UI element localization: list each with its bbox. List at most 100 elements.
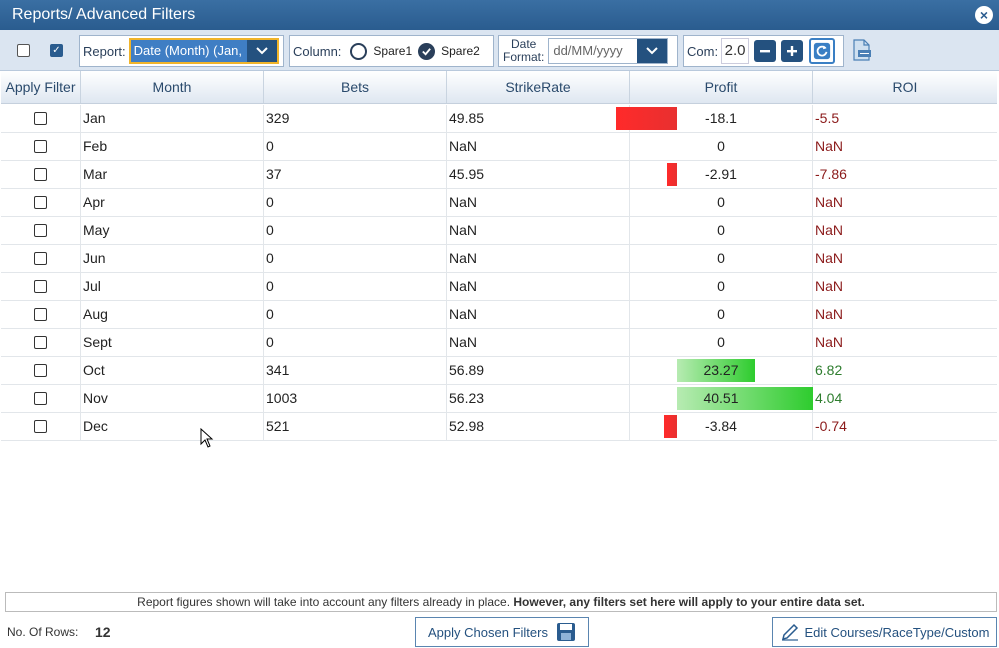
strikerate-cell: 56.23 — [447, 385, 630, 412]
table-row[interactable]: Oct 341 56.89 23.27 6.82 — [1, 357, 997, 385]
filter-note: Report figures shown will take into acco… — [5, 592, 997, 612]
spare2-label: Spare2 — [441, 44, 480, 58]
apply-filter-checkbox[interactable] — [34, 168, 47, 181]
roi-cell: NaN — [815, 306, 844, 322]
export-csv-icon[interactable] — [852, 39, 872, 61]
month-cell: Mar — [81, 161, 264, 188]
table-row[interactable]: Nov 1003 56.23 40.51 4.04 — [1, 385, 997, 413]
spare2-radio[interactable] — [418, 42, 436, 60]
table-row[interactable]: May 0 NaN 0 NaN — [1, 217, 997, 245]
column-header-bets[interactable]: Bets — [264, 71, 447, 103]
chevron-down-icon[interactable] — [246, 40, 277, 62]
roi-cell: 6.82 — [815, 362, 843, 378]
roi-cell: NaN — [815, 222, 844, 238]
table-row[interactable]: Sept 0 NaN 0 NaN — [1, 329, 997, 357]
roi-cell: -7.86 — [815, 166, 847, 182]
profit-cell: 0 — [630, 273, 813, 300]
grid-header: Apply Filter Month Bets StrikeRate Profi… — [1, 71, 997, 104]
apply-filter-cell — [1, 357, 81, 384]
column-header-apply-filter[interactable]: Apply Filter — [1, 71, 81, 103]
roi-cell: NaN — [815, 138, 844, 154]
column-label: Column: — [293, 43, 342, 59]
roi-cell: NaN — [815, 250, 844, 266]
apply-filter-cell — [1, 245, 81, 272]
apply-filter-checkbox[interactable] — [34, 252, 47, 265]
column-header-profit[interactable]: Profit — [630, 71, 813, 103]
apply-filter-checkbox[interactable] — [34, 420, 47, 433]
apply-filter-cell — [1, 133, 81, 160]
apply-filter-checkbox[interactable] — [34, 140, 47, 153]
strikerate-cell: NaN — [447, 189, 630, 216]
profit-cell: -3.84 — [630, 413, 813, 440]
date-format-select[interactable]: dd/MM/yyyy — [548, 38, 669, 64]
table-row[interactable]: Aug 0 NaN 0 NaN — [1, 301, 997, 329]
table-row[interactable]: Apr 0 NaN 0 NaN — [1, 189, 997, 217]
apply-filter-checkbox[interactable] — [34, 336, 47, 349]
strikerate-cell: 52.98 — [447, 413, 630, 440]
profit-cell: 0 — [630, 329, 813, 356]
profit-cell: 0 — [630, 245, 813, 272]
bets-cell: 0 — [264, 245, 447, 272]
strikerate-cell: NaN — [447, 329, 630, 356]
edit-courses-button[interactable]: Edit Courses/RaceType/Custom — [772, 617, 997, 647]
bets-cell: 0 — [264, 217, 447, 244]
profit-value: -2.91 — [705, 166, 737, 182]
refresh-icon[interactable] — [809, 38, 836, 64]
bets-cell: 0 — [264, 329, 447, 356]
grid-body: Jan 329 49.85 -18.1 -5.5 Feb 0 NaN 0 NaN Mar 37 45.9… — [1, 105, 997, 441]
bets-cell: 0 — [264, 273, 447, 300]
profit-bar-positive — [677, 387, 813, 410]
report-select[interactable]: Date (Month) (Jan, — [128, 38, 279, 64]
table-row[interactable]: Jul 0 NaN 0 NaN — [1, 273, 997, 301]
date-format-value: dd/MM/yyyy — [553, 43, 623, 58]
table-row[interactable]: Mar 37 45.95 -2.91 -7.86 — [1, 161, 997, 189]
title-bar: Reports/ Advanced Filters × — [0, 0, 999, 30]
footer: No. Of Rows: 12 Apply Chosen Filters Edi… — [0, 616, 999, 648]
month-cell: Feb — [81, 133, 264, 160]
roi-cell: -5.5 — [815, 110, 840, 126]
column-header-month[interactable]: Month — [81, 71, 264, 103]
minus-icon[interactable] — [754, 40, 777, 62]
apply-filter-checkbox[interactable] — [34, 308, 47, 321]
chevron-down-icon[interactable] — [637, 39, 668, 63]
column-header-roi[interactable]: ROI — [813, 71, 997, 103]
profit-value: 0 — [717, 278, 725, 294]
select-all-checkbox[interactable]: ✓ — [50, 44, 63, 57]
profit-value: 40.51 — [703, 390, 739, 406]
bets-cell: 329 — [264, 105, 447, 132]
close-icon[interactable]: × — [975, 6, 993, 24]
apply-filter-checkbox[interactable] — [34, 112, 47, 125]
bets-cell: 1003 — [264, 385, 447, 412]
report-label: Report: — [83, 43, 126, 59]
table-row[interactable]: Jan 329 49.85 -18.1 -5.5 — [1, 105, 997, 133]
plus-icon[interactable] — [781, 40, 804, 62]
table-row[interactable]: Feb 0 NaN 0 NaN — [1, 133, 997, 161]
month-cell: Dec — [81, 413, 264, 440]
profit-cell: 0 — [630, 217, 813, 244]
apply-filter-checkbox[interactable] — [34, 196, 47, 209]
apply-filter-cell — [1, 189, 81, 216]
column-header-strikerate[interactable]: StrikeRate — [447, 71, 630, 103]
profit-value: 0 — [717, 222, 725, 238]
profit-value: -3.84 — [705, 418, 737, 434]
strikerate-cell: NaN — [447, 217, 630, 244]
month-cell: Aug — [81, 301, 264, 328]
apply-filter-checkbox[interactable] — [34, 280, 47, 293]
apply-filter-checkbox[interactable] — [34, 364, 47, 377]
profit-cell: 0 — [630, 301, 813, 328]
table-row[interactable]: Jun 0 NaN 0 NaN — [1, 245, 997, 273]
apply-filter-checkbox[interactable] — [34, 392, 47, 405]
profit-value: 0 — [717, 138, 725, 154]
column-group: Column: Spare1 Spare2 — [289, 35, 494, 67]
table-row[interactable]: Dec 521 52.98 -3.84 -0.74 — [1, 413, 997, 441]
com-input[interactable]: 2.0 — [721, 38, 750, 64]
apply-filter-checkbox[interactable] — [34, 224, 47, 237]
strikerate-cell: 45.95 — [447, 161, 630, 188]
profit-value: 23.27 — [703, 362, 739, 378]
deselect-all-checkbox[interactable] — [17, 44, 30, 57]
apply-filters-button[interactable]: Apply Chosen Filters — [415, 617, 589, 647]
bets-cell: 0 — [264, 133, 447, 160]
profit-value: 0 — [717, 306, 725, 322]
spare1-radio[interactable] — [350, 42, 368, 60]
date-format-label: Date Format: — [503, 37, 545, 64]
